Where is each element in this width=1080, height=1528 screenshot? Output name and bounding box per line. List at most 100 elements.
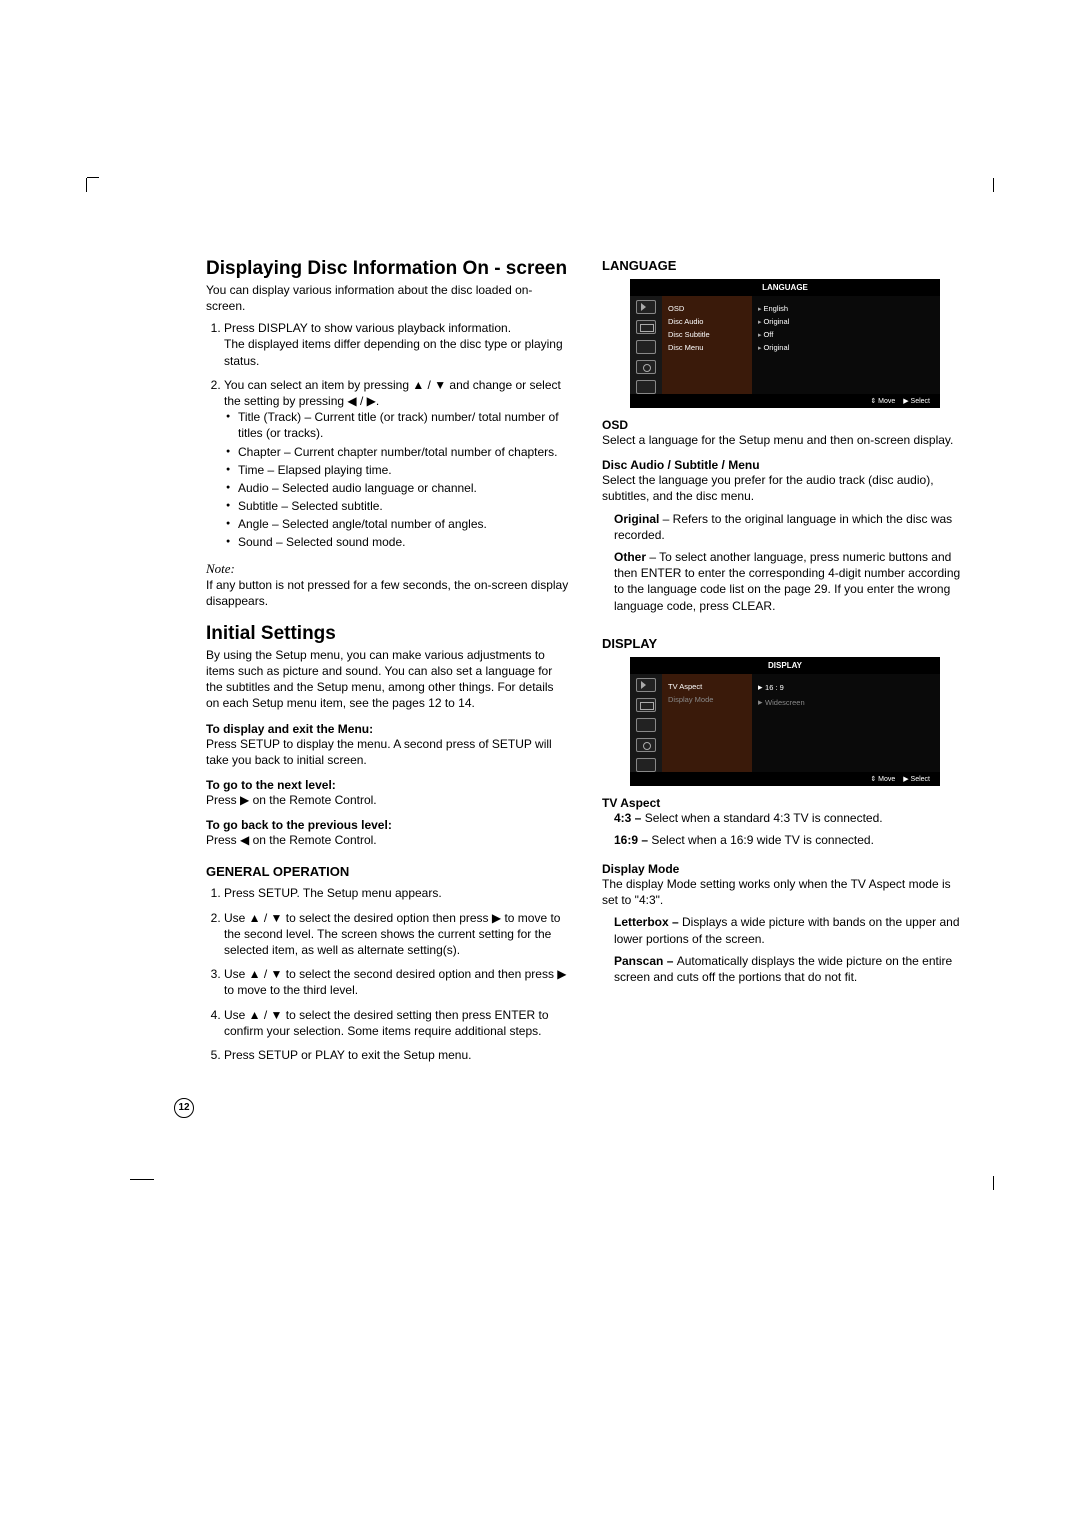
crop-mark	[86, 178, 100, 192]
panel-icon-strip	[630, 674, 662, 772]
other-definition: Other – To select another language, pres…	[614, 549, 966, 614]
footer-select: ▶ Select	[903, 776, 930, 783]
panscan-label: Panscan –	[614, 954, 677, 968]
left-column: Displaying Disc Information On - screen …	[206, 258, 570, 1071]
step-2-text: You can select an item by pressing ▲ / ▼…	[224, 378, 561, 408]
sub-next-level-text: Press ▶ on the Remote Control.	[206, 792, 570, 808]
val-widescreen: ▸ Widescreen	[758, 695, 934, 710]
footer-move: ⇕ Move	[870, 398, 895, 405]
row-display-mode: Display Mode	[668, 693, 746, 706]
tv-aspect-43: 4:3 – Select when a standard 4:3 TV is c…	[614, 810, 966, 826]
sub-display-exit-menu-text: Press SETUP to display the menu. A secon…	[206, 736, 570, 768]
heading-tv-aspect: TV Aspect	[602, 796, 966, 810]
original-definition: Original – Refers to the original langua…	[614, 511, 966, 543]
heading-initial-settings: Initial Settings	[206, 623, 570, 645]
heading-disc-audio-subtitle-menu: Disc Audio / Subtitle / Menu	[602, 458, 966, 472]
step-1: Press DISPLAY to show various playback i…	[224, 320, 570, 369]
row-osd: OSD	[668, 302, 746, 315]
heading-displaying-disc-info: Displaying Disc Information On - screen	[206, 258, 570, 280]
original-text: – Refers to the original language in whi…	[614, 512, 952, 542]
val-original-1: Original	[758, 315, 934, 328]
display-tab-icon	[636, 698, 656, 712]
genop-1: Press SETUP. The Setup menu appears.	[224, 885, 570, 901]
val-original-2: Original	[758, 341, 934, 354]
display-steps: Press DISPLAY to show various playback i…	[206, 320, 570, 550]
panel-values: ▸ 16 : 9 ▸ Widescreen	[752, 674, 940, 772]
general-operation-steps: Press SETUP. The Setup menu appears. Use…	[206, 885, 570, 1063]
heading-language: LANGUAGE	[602, 258, 966, 273]
display-mode-text: The display Mode setting works only when…	[602, 876, 966, 908]
panel-values: English Original Off Original	[752, 296, 940, 394]
step-2-bullets: Title (Track) – Current title (or track)…	[224, 409, 570, 551]
other-label: Other	[614, 550, 646, 564]
display-panel-title: DISPLAY	[630, 657, 940, 674]
bullet-sound: Sound – Selected sound mode.	[238, 534, 570, 550]
row-tv-aspect: TV Aspect	[668, 680, 746, 693]
lock-tab-icon	[636, 738, 656, 752]
step-2: You can select an item by pressing ▲ / ▼…	[224, 377, 570, 551]
crop-mark	[980, 178, 994, 192]
tva-43-label: 4:3 –	[614, 811, 645, 825]
bullet-time: Time – Elapsed playing time.	[238, 462, 570, 478]
sub-display-exit-menu: To display and exit the Menu:	[206, 722, 570, 736]
display-osd-panel: DISPLAY TV Aspect Display Mode ▸ 16	[630, 657, 940, 786]
genop-3: Use ▲ / ▼ to select the second desired o…	[224, 966, 570, 998]
val-169-text: 16 : 9	[765, 683, 784, 692]
tva-169-label: 16:9 –	[614, 833, 651, 847]
footer-move: ⇕ Move	[870, 776, 895, 783]
row-disc-subtitle: Disc Subtitle	[668, 328, 746, 341]
page-number: 12	[174, 1098, 194, 1118]
initial-settings-text: By using the Setup menu, you can make va…	[206, 647, 570, 712]
bullet-angle: Angle – Selected angle/total number of a…	[238, 516, 570, 532]
note-text: If any button is not pressed for a few s…	[206, 577, 570, 609]
val-off: Off	[758, 328, 934, 341]
intro-text: You can display various information abou…	[206, 282, 570, 314]
audio-tab-icon	[636, 718, 656, 732]
crop-mark	[980, 1176, 994, 1190]
other-text: – To select another language, press nume…	[614, 550, 960, 613]
panscan-definition: Panscan – Automatically displays the wid…	[614, 953, 966, 985]
bullet-chapter: Chapter – Current chapter number/total n…	[238, 444, 570, 460]
right-column: LANGUAGE LANGUAGE OSD Disc Audio Disc Su…	[602, 258, 966, 1071]
step-1-sub: The displayed items differ depending on …	[224, 337, 563, 367]
language-panel-title: LANGUAGE	[630, 279, 940, 296]
panel-footer: ⇕ Move ▶ Select	[630, 394, 940, 408]
language-osd-panel: LANGUAGE OSD Disc Audio Disc Subtitle Di…	[630, 279, 940, 408]
tva-43-text: Select when a standard 4:3 TV is connect…	[645, 811, 883, 825]
letterbox-label: Letterbox –	[614, 915, 682, 929]
language-tab-icon	[636, 678, 656, 692]
genop-5: Press SETUP or PLAY to exit the Setup me…	[224, 1047, 570, 1063]
heading-osd: OSD	[602, 418, 966, 432]
heading-display-mode: Display Mode	[602, 862, 966, 876]
val-widescreen-text: Widescreen	[765, 698, 805, 707]
dasm-text: Select the language you prefer for the a…	[602, 472, 966, 504]
panel-labels: TV Aspect Display Mode	[662, 674, 752, 772]
bullet-audio: Audio – Selected audio language or chann…	[238, 480, 570, 496]
tv-aspect-169: 16:9 – Select when a 16:9 wide TV is con…	[614, 832, 966, 848]
manual-page: Displaying Disc Information On - screen …	[206, 258, 966, 1071]
step-1-text: Press DISPLAY to show various playback i…	[224, 321, 511, 335]
sub-prev-level: To go back to the previous level:	[206, 818, 570, 832]
tva-169-text: Select when a 16:9 wide TV is connected.	[651, 833, 874, 847]
crop-mark	[130, 1179, 154, 1180]
lock-tab-icon	[636, 360, 656, 374]
row-disc-audio: Disc Audio	[668, 315, 746, 328]
note-label: Note:	[206, 561, 570, 577]
val-169: ▸ 16 : 9	[758, 680, 934, 695]
sub-next-level: To go to the next level:	[206, 778, 570, 792]
display-tab-icon	[636, 320, 656, 334]
letterbox-definition: Letterbox – Displays a wide picture with…	[614, 914, 966, 946]
panel-icon-strip	[630, 296, 662, 394]
val-english: English	[758, 302, 934, 315]
footer-select: ▶ Select	[903, 398, 930, 405]
genop-2: Use ▲ / ▼ to select the desired option t…	[224, 910, 570, 959]
osd-text: Select a language for the Setup menu and…	[602, 432, 966, 448]
genop-4: Use ▲ / ▼ to select the desired setting …	[224, 1007, 570, 1039]
panel-footer: ⇕ Move ▶ Select	[630, 772, 940, 786]
heading-general-operation: GENERAL OPERATION	[206, 864, 570, 879]
others-tab-icon	[636, 380, 656, 394]
audio-tab-icon	[636, 340, 656, 354]
heading-display: DISPLAY	[602, 636, 966, 651]
sub-prev-level-text: Press ◀ on the Remote Control.	[206, 832, 570, 848]
bullet-title: Title (Track) – Current title (or track)…	[238, 409, 570, 441]
